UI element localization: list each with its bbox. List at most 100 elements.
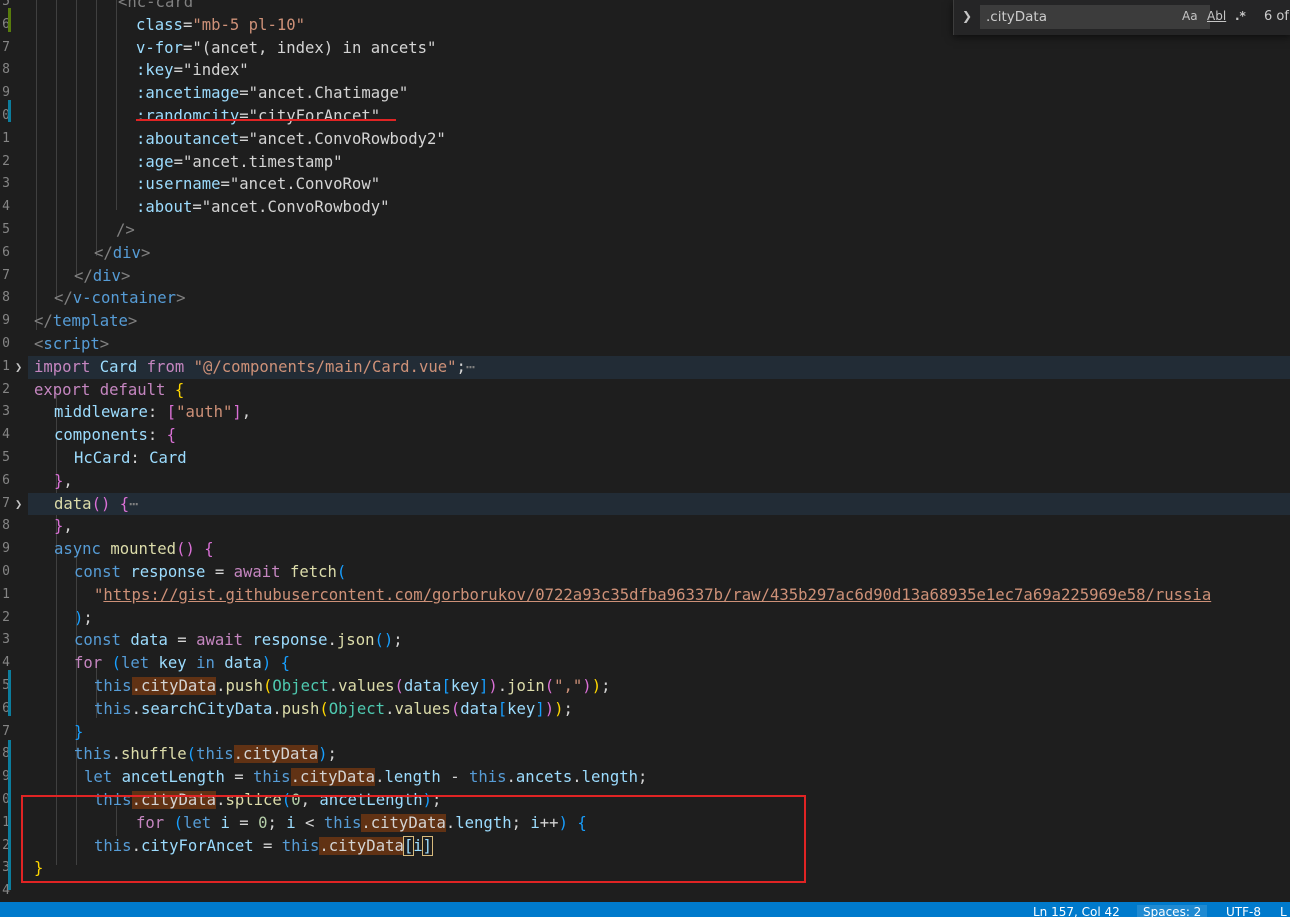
line-number: 6	[2, 244, 10, 260]
line-number: 8	[2, 518, 10, 534]
code-line[interactable]: async mounted() {	[34, 538, 1290, 561]
code-token: div	[112, 243, 141, 262]
find-widget: ❯ Aa Abl .* 6 of	[953, 0, 1290, 35]
code-token: </	[94, 243, 113, 262]
code-token: :about	[136, 198, 193, 217]
cursor-position[interactable]: Ln 157, Col 42	[1033, 905, 1120, 917]
code-token: =	[182, 15, 193, 34]
code-line[interactable]: data() {⋯	[28, 492, 1290, 516]
code-token: </	[74, 266, 93, 285]
code-line[interactable]: :age="ancet.timestamp"	[34, 151, 1290, 174]
change-indicator[interactable]	[8, 8, 11, 32]
code-token: length	[581, 768, 638, 787]
code-line[interactable]: },	[34, 470, 1290, 493]
code-line[interactable]: },	[34, 515, 1290, 538]
code-line[interactable]: :username="ancet.ConvoRow"	[34, 173, 1290, 196]
code-line[interactable]: let ancetLength = this.cityData.length -…	[34, 766, 1290, 789]
code-token: :	[130, 449, 150, 467]
line-number: 7	[2, 495, 10, 511]
code-token: ()	[176, 540, 205, 559]
code-line[interactable]: "https://gist.githubusercontent.com/gorb…	[34, 584, 1290, 607]
code-line[interactable]: export default {	[34, 379, 1290, 402]
code-token: :	[147, 426, 167, 445]
code-token: v-container	[72, 289, 177, 308]
code-line[interactable]: :aboutancet="ancet.ConvoRowbody2"	[34, 128, 1290, 151]
annotation-box	[21, 795, 806, 883]
line-number: 5	[2, 450, 10, 465]
code-line[interactable]: </div>	[34, 265, 1290, 288]
code-token: this	[196, 745, 234, 764]
code-line[interactable]: this.shuffle(this.cityData);	[34, 743, 1290, 766]
code-line[interactable]: :key="index"	[34, 59, 1290, 82]
code-token: this	[253, 768, 291, 787]
code-line[interactable]: </div>	[34, 242, 1290, 265]
code-token: ;	[83, 608, 93, 627]
code-line[interactable]: const data = await response.json();	[34, 629, 1290, 652]
code-token: script	[43, 335, 100, 353]
code-token: )	[318, 745, 328, 764]
code-token: json	[336, 631, 375, 650]
line-number: 4	[2, 427, 10, 443]
code-token: .	[327, 631, 337, 650]
line-number: 1	[2, 358, 10, 374]
code-line[interactable]: </v-container>	[34, 287, 1290, 310]
fold-chevron-icon[interactable]: ❯	[15, 493, 25, 516]
code-line[interactable]: HcCard: Card	[34, 447, 1290, 470]
code-token: ;	[327, 745, 337, 764]
code-line[interactable]: import Card from "@/components/main/Card…	[28, 355, 1290, 379]
code-line[interactable]: middleware: ["auth"],	[34, 401, 1290, 424]
line-number: 9	[2, 541, 10, 557]
code-token: async	[54, 540, 111, 559]
fold-chevron-icon[interactable]: ❯	[15, 356, 25, 379]
code-line[interactable]: const response = await fetch(	[34, 561, 1290, 584]
code-line[interactable]: <script>	[34, 333, 1290, 356]
code-line[interactable]: }	[34, 721, 1290, 744]
code-token: this	[94, 699, 132, 718]
code-line[interactable]: );	[34, 607, 1290, 630]
code-token: ()	[374, 631, 394, 650]
change-indicator[interactable]	[8, 740, 11, 890]
code-line[interactable]: />	[34, 219, 1290, 242]
code-token: .cityData	[131, 677, 217, 695]
line-number: 2	[2, 609, 10, 625]
code-editor[interactable]: 5678901234567890123456789012345678901234…	[0, 0, 1290, 902]
code-token: )	[488, 677, 498, 695]
code-token: length	[384, 768, 451, 787]
find-input[interactable]	[980, 5, 1210, 29]
match-whole-word-button[interactable]: Abl	[1207, 9, 1226, 23]
code-line[interactable]: </template>	[34, 310, 1290, 333]
code-line[interactable]: this.searchCityData.push(Object.values(d…	[34, 698, 1290, 721]
end-of-line[interactable]: L	[1280, 905, 1287, 917]
code-token: =	[234, 768, 254, 787]
code-line[interactable]: :ancetimage="ancet.Chatimage"	[34, 82, 1290, 105]
code-token: .	[572, 768, 582, 787]
code-token: :aboutancet	[136, 129, 240, 148]
code-line[interactable]: v-for="(ancet, index) in ancets"	[34, 37, 1290, 60]
change-indicator[interactable]	[8, 100, 11, 122]
code-token: ="ancet.timestamp"	[173, 152, 343, 171]
code-token: >	[120, 266, 131, 285]
code-line[interactable]: :randomcity="cityForAncet"	[34, 105, 1290, 128]
code-token: class	[136, 15, 183, 34]
match-case-button[interactable]: Aa	[1182, 9, 1198, 23]
code-token: components	[54, 426, 148, 445]
code-line[interactable]	[34, 880, 1290, 902]
toggle-replace-chevron-icon[interactable]: ❯	[962, 9, 972, 23]
code-token: [	[497, 699, 508, 718]
code-token: }	[54, 471, 64, 490]
line-number: 4	[2, 199, 10, 215]
use-regex-button[interactable]: .*	[1235, 9, 1246, 23]
code-token: {	[280, 654, 290, 673]
file-encoding[interactable]: UTF-8	[1226, 905, 1261, 917]
code-line[interactable]: this.cityData.push(Object.values(data[ke…	[34, 675, 1290, 698]
change-indicator[interactable]	[8, 670, 11, 716]
code-token: response	[130, 563, 215, 581]
line-number: 3	[2, 632, 10, 648]
code-line[interactable]: for (let key in data) {	[34, 652, 1290, 675]
line-number: 8	[2, 62, 10, 78]
code-token: (	[544, 677, 555, 695]
code-line[interactable]: components: {	[34, 424, 1290, 447]
code-line[interactable]: :about="ancet.ConvoRowbody"	[34, 196, 1290, 219]
indentation-setting[interactable]: Spaces: 2	[1137, 905, 1208, 917]
code-token: :randomcity	[136, 107, 240, 125]
